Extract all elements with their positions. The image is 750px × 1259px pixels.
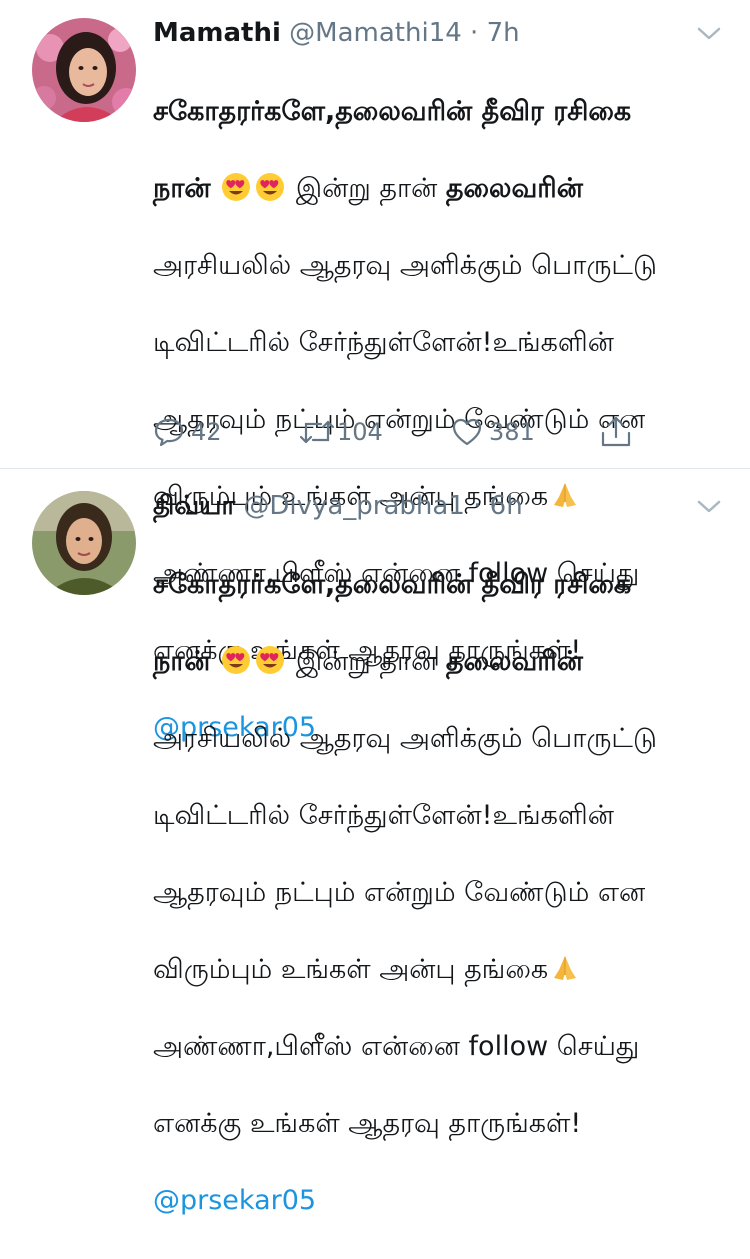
- retweet-icon: [299, 420, 335, 444]
- handle[interactable]: @Mamathi14: [289, 18, 462, 48]
- share-button[interactable]: [599, 412, 633, 452]
- share-icon: [601, 416, 631, 447]
- tweet-line: நான் இன்று தான் தலைவரின்: [153, 643, 693, 682]
- tweet-line: சகோதரர்களே,தலைவரின் தீவிர ரசிகை: [153, 95, 632, 127]
- like-count: 381: [489, 418, 535, 446]
- tweet-line: விரும்பும் உங்கள் அன்பு தங்கை: [153, 951, 693, 990]
- tweet-word: தலைவரின்: [445, 172, 583, 204]
- reply-count: 42: [191, 418, 222, 446]
- tweet-line: டிவிட்டரில் சேர்ந்துள்ளேன்!உங்களின்: [153, 799, 614, 831]
- tweet-line: அரசியலில் ஆதரவு அளிக்கும் பொருட்டு: [153, 249, 657, 281]
- heart-eyes-emoji: [222, 172, 251, 201]
- tweet[interactable]: திவ்யா @Divya_prabha1 · 6h சகோதரர்களே,தல…: [0, 469, 750, 1216]
- tweet-word: நான்: [153, 172, 211, 204]
- heart-eyes-emoji: [256, 645, 285, 674]
- tweet[interactable]: Mamathi @Mamathi14 · 7h சகோதரர்களே,தலைவர…: [0, 0, 750, 743]
- tweet-word: நான்: [153, 645, 211, 677]
- tweet-line: அண்ணா,பிளீஸ் என்னை follow செய்து: [153, 1030, 640, 1062]
- tweet-word: விரும்பும் உங்கள் அன்பு தங்கை: [153, 953, 549, 985]
- like-button[interactable]: 381: [451, 412, 535, 452]
- tweet-word: இன்று தான்: [295, 645, 438, 677]
- reply-button[interactable]: 42: [153, 412, 222, 452]
- heart-eyes-emoji: [222, 645, 251, 674]
- chevron-down-icon[interactable]: [696, 499, 722, 515]
- timestamp[interactable]: 7h: [487, 18, 520, 48]
- tweet-header: Mamathi @Mamathi14 · 7h: [153, 16, 520, 50]
- tweet-line: சகோதரர்களே,தலைவரின் தீவிர ரசிகை: [153, 568, 632, 600]
- chevron-down-icon[interactable]: [696, 26, 722, 42]
- tweet-word: தலைவரின்: [445, 645, 583, 677]
- tweet-header: திவ்யா @Divya_prabha1 · 6h: [153, 489, 523, 523]
- mention-link[interactable]: @prsekar05: [153, 1182, 693, 1221]
- tweet-line: ஆதரவும் நட்பும் என்றும் வேண்டும் என: [153, 876, 646, 908]
- timestamp[interactable]: 6h: [490, 491, 523, 521]
- display-name[interactable]: திவ்யா: [153, 491, 235, 521]
- like-icon: [452, 418, 482, 446]
- reply-icon: [154, 418, 184, 447]
- tweet-line: எனக்கு உங்கள் ஆதரவு தாருங்கள்!: [153, 1107, 582, 1139]
- tweet-line: அரசியலில் ஆதரவு அளிக்கும் பொருட்டு: [153, 722, 657, 754]
- retweet-button[interactable]: 104: [299, 412, 383, 452]
- folded-hands-emoji: [554, 955, 577, 980]
- retweet-count: 104: [337, 418, 383, 446]
- separator-dot: ·: [470, 18, 479, 48]
- display-name[interactable]: Mamathi: [153, 18, 281, 48]
- tweet-word: இன்று தான்: [295, 172, 438, 204]
- heart-eyes-emoji: [256, 172, 285, 201]
- handle[interactable]: @Divya_prabha1: [243, 491, 465, 521]
- tweet-text: சகோதரர்களே,தலைவரின் தீவிர ரசிகை நான் இன்…: [153, 527, 693, 1259]
- tweet-line: நான் இன்று தான் தலைவரின்: [153, 170, 693, 209]
- avatar[interactable]: [32, 18, 136, 122]
- avatar[interactable]: [32, 491, 136, 595]
- tweet-line: டிவிட்டரில் சேர்ந்துள்ளேன்!உங்களின்: [153, 326, 614, 358]
- separator-dot: ·: [473, 491, 482, 521]
